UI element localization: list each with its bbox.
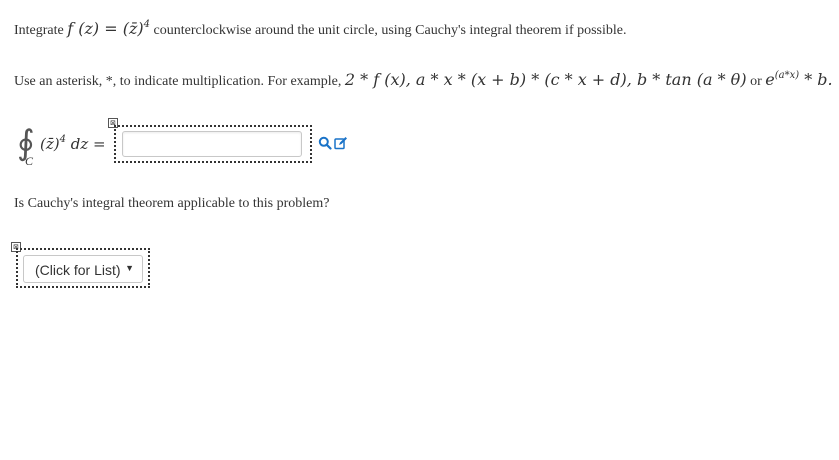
- search-icon[interactable]: [318, 136, 332, 150]
- applicability-dropdown[interactable]: (Click for List) ▼: [23, 255, 143, 283]
- integral-expression: ∮ C (z̄)4 dz =: [15, 126, 110, 168]
- instructions-or: or: [750, 74, 762, 89]
- instructions: Use an asterisk, *, to indicate multipli…: [14, 70, 833, 90]
- contour-label: C: [25, 154, 34, 168]
- edit-icon[interactable]: [334, 136, 348, 150]
- question-1-prefix: Integrate: [14, 23, 64, 38]
- instructions-example-2: e(a*x) * b.: [765, 70, 833, 89]
- function-definition: f (z) = (z̄)4: [67, 19, 151, 38]
- question-2: Is Cauchy's integral theorem applicable …: [14, 196, 330, 211]
- instructions-text: Use an asterisk, *, to indicate multipli…: [14, 74, 342, 89]
- question-1-suffix: counterclockwise around the unit circle,…: [153, 23, 627, 38]
- question-1: Integrate f (z) = (z̄)4 counterclockwise…: [14, 19, 627, 39]
- instructions-example-1: 2 * f (x), a * x * (x + b) * (c * x + d)…: [344, 70, 747, 89]
- chevron-down-icon: ▼: [125, 263, 134, 273]
- dropdown-wrapper: (Click for List) ▼: [16, 248, 150, 288]
- answer-input[interactable]: [122, 131, 302, 157]
- dropdown-selected-value: (Click for List): [35, 262, 121, 278]
- integrand: (z̄)4 dz =: [40, 134, 106, 154]
- answer-field-wrapper: [114, 125, 312, 163]
